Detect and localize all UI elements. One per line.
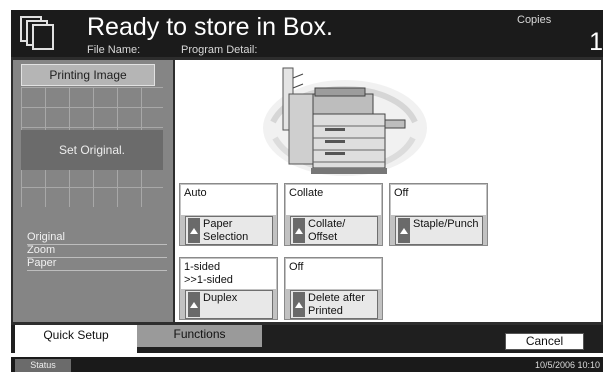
tab-bar: Quick Setup Functions Cancel bbox=[11, 325, 603, 353]
staple-punch-label: Staple/Punch bbox=[413, 218, 479, 230]
original-label: Original bbox=[27, 231, 167, 245]
collate-offset-group: Collate Collate/ Offset bbox=[284, 183, 383, 246]
staple-punch-value: Off bbox=[391, 185, 486, 215]
status-button[interactable]: Status bbox=[15, 359, 71, 372]
tab-quick-setup[interactable]: Quick Setup bbox=[15, 325, 137, 353]
delete-after-printed-value: Off bbox=[286, 259, 381, 289]
paper-selection-value: Auto bbox=[181, 185, 276, 215]
page-title: Ready to store in Box. bbox=[87, 13, 333, 41]
paper-label: Paper bbox=[27, 257, 167, 271]
tab-functions[interactable]: Functions bbox=[137, 325, 262, 347]
collate-offset-label: Collate/ Offset bbox=[308, 218, 346, 243]
cancel-button[interactable]: Cancel bbox=[505, 333, 584, 350]
delete-after-printed-button[interactable]: Delete after Printed bbox=[290, 290, 378, 319]
duplex-value: 1-sided >>1-sided bbox=[181, 259, 276, 289]
copier-machine-illustration bbox=[263, 67, 427, 176]
duplex-group: 1-sided >>1-sided Duplex bbox=[179, 257, 278, 320]
delete-after-printed-label: Delete after Printed bbox=[308, 292, 365, 317]
document-box-icon bbox=[20, 16, 54, 50]
up-arrow-icon bbox=[293, 292, 305, 317]
paper-selection-label: Paper Selection bbox=[203, 218, 249, 243]
duplex-label: Duplex bbox=[203, 292, 238, 304]
file-name-label: File Name: bbox=[87, 44, 141, 56]
collate-offset-value: Collate bbox=[286, 185, 381, 215]
function-panel: Auto Paper Selection Collate Collate/ Of… bbox=[175, 60, 601, 322]
copier-screen: Ready to store in Box. File Name: Progra… bbox=[0, 0, 603, 372]
staple-punch-button[interactable]: Staple/Punch bbox=[395, 216, 483, 245]
delete-after-printed-group: Off Delete after Printed bbox=[284, 257, 383, 320]
copies-count: 1 bbox=[589, 28, 603, 56]
printing-image-panel: Printing Image Set Original. Original Zo… bbox=[13, 60, 173, 322]
staple-punch-group: Off Staple/Punch bbox=[389, 183, 488, 246]
main-area: Printing Image Set Original. Original Zo… bbox=[11, 57, 603, 325]
paper-selection-button[interactable]: Paper Selection bbox=[185, 216, 273, 245]
program-detail-label: Program Detail: bbox=[181, 44, 258, 56]
up-arrow-icon bbox=[188, 292, 200, 317]
header: Ready to store in Box. File Name: Progra… bbox=[11, 10, 603, 57]
date-time: 10/5/2006 10:10 bbox=[534, 360, 600, 370]
paper-selection-group: Auto Paper Selection bbox=[179, 183, 278, 246]
set-original-message: Set Original. bbox=[21, 130, 163, 170]
up-arrow-icon bbox=[188, 218, 200, 243]
up-arrow-icon bbox=[293, 218, 305, 243]
zoom-label: Zoom bbox=[27, 244, 167, 258]
status-bar: Status 10/5/2006 10:10 bbox=[11, 357, 603, 372]
collate-offset-button[interactable]: Collate/ Offset bbox=[290, 216, 378, 245]
duplex-button[interactable]: Duplex bbox=[185, 290, 273, 319]
copies-label: Copies bbox=[517, 14, 552, 26]
up-arrow-icon bbox=[398, 218, 410, 243]
printing-image-title: Printing Image bbox=[21, 64, 155, 86]
